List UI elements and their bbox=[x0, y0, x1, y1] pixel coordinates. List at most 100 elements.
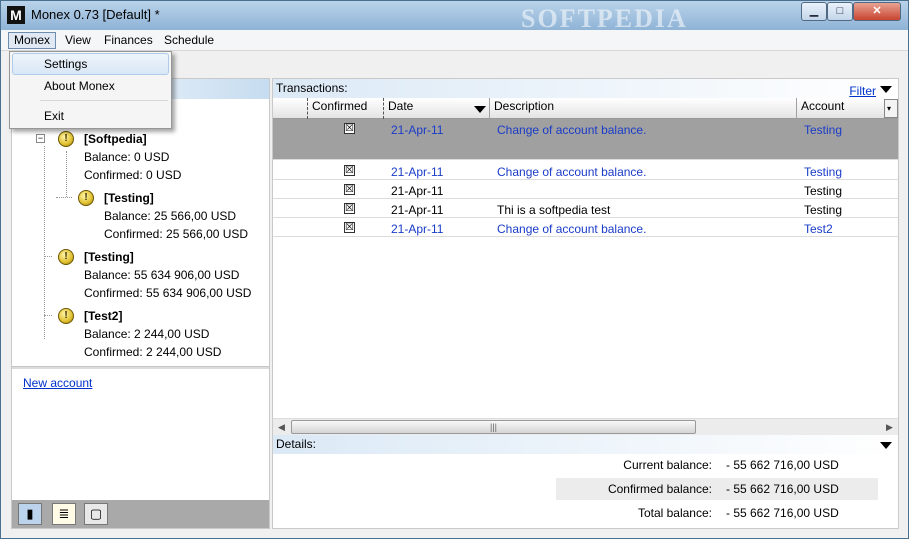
panel-switcher: ▮ ≣ ▢ bbox=[12, 500, 269, 528]
title-bar[interactable]: M Monex 0.73 [Default] * SOFTPEDIA ▁ □ ✕ bbox=[1, 1, 908, 33]
confirmed-checkbox[interactable]: ☒ bbox=[344, 123, 355, 134]
transactions-grid: Confirmed Date Description Account ▾ ☒ 2… bbox=[273, 98, 898, 418]
coin-icon: ! bbox=[58, 308, 74, 324]
menu-finances[interactable]: Finances bbox=[99, 32, 158, 49]
sort-desc-icon bbox=[474, 106, 486, 113]
details-header: Details: bbox=[273, 435, 898, 454]
confirmed-balance-value: - 55 662 716,00 USD bbox=[726, 482, 839, 496]
row-date: 21-Apr-11 bbox=[391, 184, 444, 198]
row-date: 21-Apr-11 bbox=[391, 165, 444, 179]
account-name[interactable]: [Test2] bbox=[84, 309, 122, 323]
column-confirmed[interactable]: Confirmed bbox=[307, 98, 383, 119]
app-icon[interactable]: M bbox=[7, 6, 25, 24]
details-section: Current balance: - 55 662 716,00 USD Con… bbox=[273, 454, 898, 528]
coin-icon: ! bbox=[58, 131, 74, 147]
transactions-header: Transactions: Filter bbox=[273, 79, 898, 98]
grid-header: Confirmed Date Description Account ▾ bbox=[273, 98, 898, 119]
tree-line bbox=[44, 146, 45, 339]
table-row[interactable]: ☒ 21-Apr-11 Testing bbox=[273, 180, 898, 199]
account-confirmed: Confirmed: 2 244,00 USD bbox=[84, 345, 222, 359]
tree-line bbox=[66, 151, 67, 197]
tree-line bbox=[44, 315, 52, 316]
confirmed-checkbox[interactable]: ☒ bbox=[344, 203, 355, 214]
list-view-icon[interactable]: ≣ bbox=[52, 503, 76, 525]
confirmed-balance-row: Confirmed balance: - 55 662 716,00 USD bbox=[556, 478, 878, 500]
row-account: Testing bbox=[804, 203, 843, 217]
column-description[interactable]: Description bbox=[489, 98, 796, 119]
tree-line bbox=[56, 197, 72, 198]
row-description: Change of account balance. bbox=[497, 123, 647, 137]
account-balance: Balance: 25 566,00 USD bbox=[104, 209, 237, 223]
close-button[interactable]: ✕ bbox=[853, 2, 901, 21]
row-account: Testing bbox=[804, 165, 843, 179]
row-date: 21-Apr-11 bbox=[391, 222, 444, 236]
scroll-right-icon[interactable]: ▶ bbox=[881, 419, 898, 435]
row-description: Thi is a softpedia test bbox=[497, 203, 611, 217]
total-balance-value: - 55 662 716,00 USD bbox=[726, 506, 839, 520]
table-row[interactable]: ☒ 21-Apr-11 Thi is a softpedia test Test… bbox=[273, 199, 898, 218]
account-confirmed: Confirmed: 0 USD bbox=[84, 168, 182, 182]
panel-divider[interactable] bbox=[12, 366, 269, 369]
accounts-panel: − ! [Softpedia] Balance: 0 USD Confirmed… bbox=[11, 78, 270, 529]
scroll-left-icon[interactable]: ◀ bbox=[273, 419, 290, 435]
accounts-tree: − ! [Softpedia] Balance: 0 USD Confirmed… bbox=[12, 101, 269, 367]
transactions-panel: Transactions: Filter Confirmed Date Desc… bbox=[272, 78, 899, 529]
tree-line bbox=[44, 256, 52, 257]
row-date: 21-Apr-11 bbox=[391, 203, 444, 217]
account-name[interactable]: [Testing] bbox=[104, 191, 154, 205]
account-balance: Balance: 0 USD bbox=[84, 150, 170, 164]
confirmed-checkbox[interactable]: ☒ bbox=[344, 184, 355, 195]
row-account: Test2 bbox=[804, 222, 833, 236]
column-date[interactable]: Date bbox=[383, 98, 489, 119]
accounts-view-icon[interactable]: ▮ bbox=[18, 503, 42, 525]
menu-view[interactable]: View bbox=[60, 32, 96, 49]
new-account-link[interactable]: New account bbox=[23, 376, 92, 390]
current-balance-value: - 55 662 716,00 USD bbox=[726, 458, 839, 472]
coin-icon: ! bbox=[58, 249, 74, 265]
transactions-label: Transactions: bbox=[276, 81, 348, 95]
confirmed-balance-label: Confirmed balance: bbox=[607, 482, 712, 496]
confirmed-checkbox[interactable]: ☒ bbox=[344, 222, 355, 233]
window-title: Monex 0.73 [Default] * bbox=[31, 7, 160, 22]
horizontal-scrollbar[interactable]: ◀ ||| ▶ bbox=[273, 418, 898, 435]
scroll-thumb[interactable]: ||| bbox=[291, 420, 696, 434]
app-window: M Monex 0.73 [Default] * SOFTPEDIA ▁ □ ✕… bbox=[0, 0, 909, 539]
menu-item-about[interactable]: About Monex bbox=[12, 75, 169, 97]
total-balance-label: Total balance: bbox=[637, 506, 712, 520]
current-balance-row: Current balance: - 55 662 716,00 USD bbox=[556, 454, 878, 476]
monex-menu-dropdown: Settings About Monex Exit bbox=[9, 51, 172, 129]
menu-separator bbox=[40, 100, 168, 101]
coin-icon: ! bbox=[78, 190, 94, 206]
account-balance: Balance: 55 634 906,00 USD bbox=[84, 268, 240, 282]
account-name[interactable]: [Testing] bbox=[84, 250, 134, 264]
notes-view-icon[interactable]: ▢ bbox=[84, 503, 108, 525]
menu-item-settings[interactable]: Settings bbox=[12, 53, 169, 75]
column-date-label: Date bbox=[388, 99, 414, 113]
table-row[interactable]: ☒ 21-Apr-11 Change of account balance. T… bbox=[273, 218, 898, 237]
row-description: Change of account balance. bbox=[497, 165, 647, 179]
current-balance-label: Current balance: bbox=[623, 458, 712, 472]
row-date: 21-Apr-11 bbox=[391, 123, 444, 137]
table-row[interactable]: ☒ 21-Apr-11 Change of account balance. T… bbox=[273, 161, 898, 180]
menu-item-exit[interactable]: Exit bbox=[12, 105, 169, 127]
details-toggle-icon[interactable] bbox=[880, 442, 892, 449]
collapse-toggle[interactable]: − bbox=[36, 134, 45, 143]
maximize-button[interactable]: □ bbox=[827, 2, 853, 21]
filter-dropdown-icon[interactable] bbox=[880, 86, 892, 93]
account-name[interactable]: [Softpedia] bbox=[84, 132, 147, 146]
menu-monex[interactable]: Monex bbox=[8, 32, 57, 49]
total-balance-row: Total balance: - 55 662 716,00 USD bbox=[556, 502, 878, 524]
row-account: Testing bbox=[804, 123, 843, 137]
menu-bar: Monex View Finances Schedule bbox=[1, 30, 908, 51]
table-row[interactable]: ☒ 21-Apr-11 Change of account balance. T… bbox=[273, 119, 898, 160]
column-account[interactable]: Account bbox=[796, 98, 884, 119]
confirmed-checkbox[interactable]: ☒ bbox=[344, 165, 355, 176]
column-chooser-button[interactable]: ▾ bbox=[884, 99, 898, 118]
account-confirmed: Confirmed: 55 634 906,00 USD bbox=[84, 286, 252, 300]
menu-schedule[interactable]: Schedule bbox=[159, 32, 219, 49]
details-label: Details: bbox=[276, 437, 317, 451]
minimize-button[interactable]: ▁ bbox=[801, 2, 827, 21]
row-account: Testing bbox=[804, 184, 843, 198]
row-description: Change of account balance. bbox=[497, 222, 647, 236]
account-confirmed: Confirmed: 25 566,00 USD bbox=[104, 227, 249, 241]
